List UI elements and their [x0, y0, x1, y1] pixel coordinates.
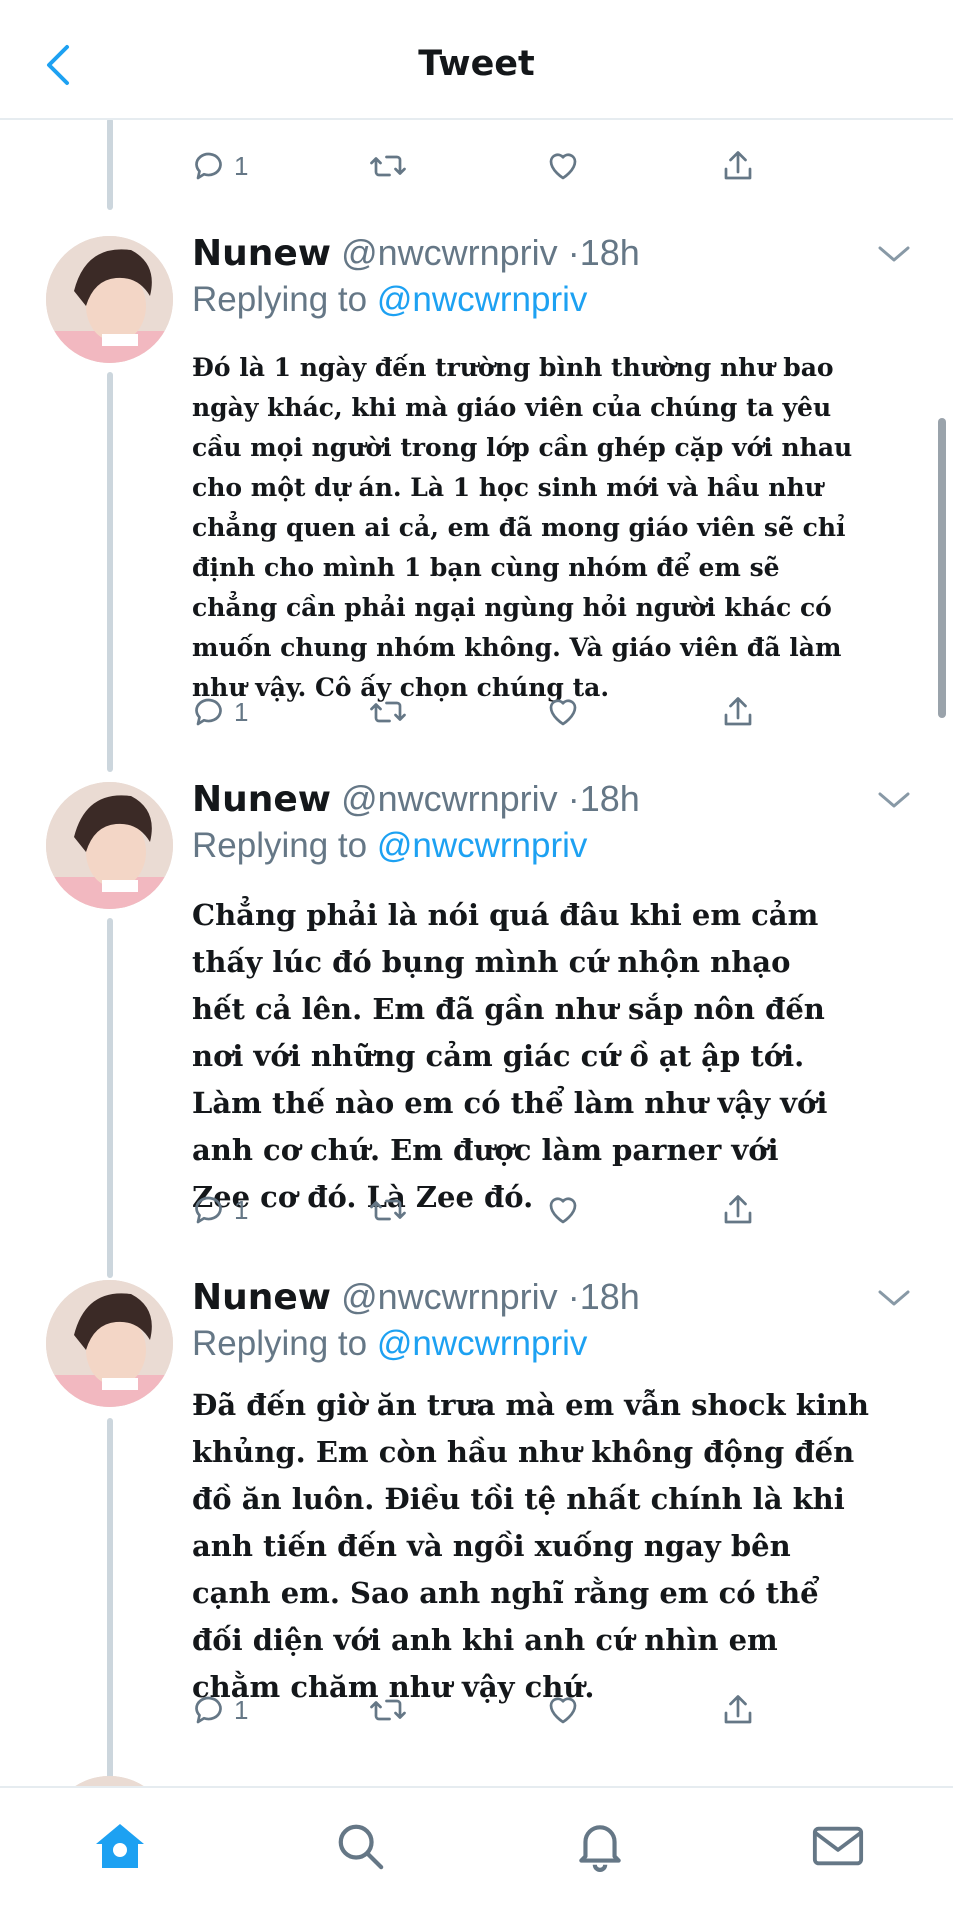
notifications-icon — [579, 1825, 621, 1872]
thread-line — [107, 1418, 113, 1780]
separator: · — [567, 232, 580, 273]
tab-notifications[interactable] — [570, 1816, 630, 1876]
author-name[interactable]: Nunew — [192, 233, 331, 274]
timestamp: 18h — [579, 778, 640, 819]
tweet-actions: 1 — [192, 142, 792, 192]
tab-home[interactable] — [90, 1816, 150, 1876]
replying-to-label: Replying to — [192, 826, 377, 865]
reply-button[interactable]: 1 — [192, 688, 248, 736]
author-name[interactable]: Nunew — [192, 779, 331, 820]
share-icon — [724, 1195, 752, 1224]
reply-count: 1 — [234, 1194, 249, 1225]
tweet-actions: 1 — [192, 688, 792, 738]
separator: · — [567, 1276, 580, 1317]
share-button[interactable] — [720, 142, 756, 190]
replying-to-handle[interactable]: @nwcwrnpriv — [377, 826, 588, 865]
replying-to-label: Replying to — [192, 1324, 377, 1363]
thread-line — [107, 918, 113, 1278]
retweet-icon — [370, 701, 406, 723]
share-button[interactable] — [720, 1686, 756, 1734]
author-handle[interactable]: @nwcwrnpriv — [341, 1276, 558, 1317]
tweet-header: Nunew @nwcwrnpriv ·18h — [192, 778, 640, 820]
like-icon — [549, 153, 577, 180]
reply-icon — [195, 1196, 222, 1224]
reply-icon — [195, 152, 222, 180]
replying-to-handle[interactable]: @nwcwrnpriv — [377, 280, 588, 319]
like-button[interactable] — [544, 142, 582, 190]
replying-to: Replying to @nwcwrnpriv — [192, 1324, 587, 1364]
tweet-thread: 1 Nunew @nwcwrnpriv ·18h Replying to @nw… — [0, 0, 953, 1920]
share-icon — [724, 697, 752, 726]
tweet-actions: 1 — [192, 1186, 792, 1236]
retweet-icon — [370, 1699, 406, 1721]
author-handle[interactable]: @nwcwrnpriv — [341, 232, 558, 273]
retweet-icon — [370, 155, 406, 177]
share-icon — [724, 1695, 752, 1724]
caret-down-icon[interactable] — [876, 1286, 912, 1310]
like-icon — [549, 699, 577, 726]
replying-to: Replying to @nwcwrnpriv — [192, 826, 587, 866]
retweet-button[interactable] — [368, 688, 408, 736]
like-button[interactable] — [544, 1686, 582, 1734]
reply-button[interactable]: 1 — [192, 142, 248, 190]
replying-to: Replying to @nwcwrnpriv — [192, 280, 587, 320]
retweet-icon — [370, 1199, 406, 1221]
author-name[interactable]: Nunew — [192, 1277, 331, 1318]
caret-down-icon[interactable] — [876, 242, 912, 266]
like-icon — [549, 1697, 577, 1724]
timestamp: 18h — [579, 1276, 640, 1317]
reply-button[interactable]: 1 — [192, 1186, 248, 1234]
share-icon — [724, 151, 752, 180]
avatar[interactable] — [46, 236, 173, 363]
retweet-button[interactable] — [368, 1686, 408, 1734]
like-button[interactable] — [544, 1186, 582, 1234]
messages-icon — [812, 1826, 864, 1866]
bottom-tab-bar — [0, 1786, 953, 1922]
top-bar: Tweet — [0, 0, 953, 120]
tweet-text: Đó là 1 ngày đến trường bình thường như … — [192, 353, 853, 702]
thread-line — [107, 372, 113, 772]
like-button[interactable] — [544, 688, 582, 736]
author-handle[interactable]: @nwcwrnpriv — [341, 778, 558, 819]
like-icon — [549, 1197, 577, 1224]
tab-messages[interactable] — [808, 1816, 868, 1876]
share-button[interactable] — [720, 688, 756, 736]
separator: · — [567, 778, 580, 819]
share-button[interactable] — [720, 1186, 756, 1234]
reply-count: 1 — [234, 150, 249, 181]
tweet-header: Nunew @nwcwrnpriv ·18h — [192, 232, 640, 274]
scrollbar[interactable] — [938, 418, 946, 718]
reply-count: 1 — [234, 696, 249, 727]
reply-icon — [195, 1696, 222, 1724]
tweet-header: Nunew @nwcwrnpriv ·18h — [192, 1276, 640, 1318]
tweet-text: Chẳng phải là nói quá đâu khi em cảm thấ… — [192, 898, 828, 1214]
thread-line — [107, 118, 113, 210]
avatar[interactable] — [46, 782, 173, 909]
search-icon — [338, 1824, 384, 1870]
retweet-button[interactable] — [368, 142, 408, 190]
tweet-text: Đã đến giờ ăn trưa mà em vẫn shock kinh … — [192, 1388, 869, 1704]
replying-to-label: Replying to — [192, 280, 377, 319]
tweet-actions: 1 — [192, 1686, 792, 1736]
caret-down-icon[interactable] — [876, 788, 912, 812]
reply-button[interactable]: 1 — [192, 1686, 248, 1734]
page-title: Tweet — [418, 44, 535, 84]
timestamp: 18h — [579, 232, 640, 273]
home-icon — [96, 1824, 144, 1868]
replying-to-handle[interactable]: @nwcwrnpriv — [377, 1324, 588, 1363]
retweet-button[interactable] — [368, 1186, 408, 1234]
tab-search[interactable] — [330, 1816, 390, 1876]
reply-icon — [195, 698, 222, 726]
avatar[interactable] — [46, 1280, 173, 1407]
reply-count: 1 — [234, 1694, 249, 1725]
